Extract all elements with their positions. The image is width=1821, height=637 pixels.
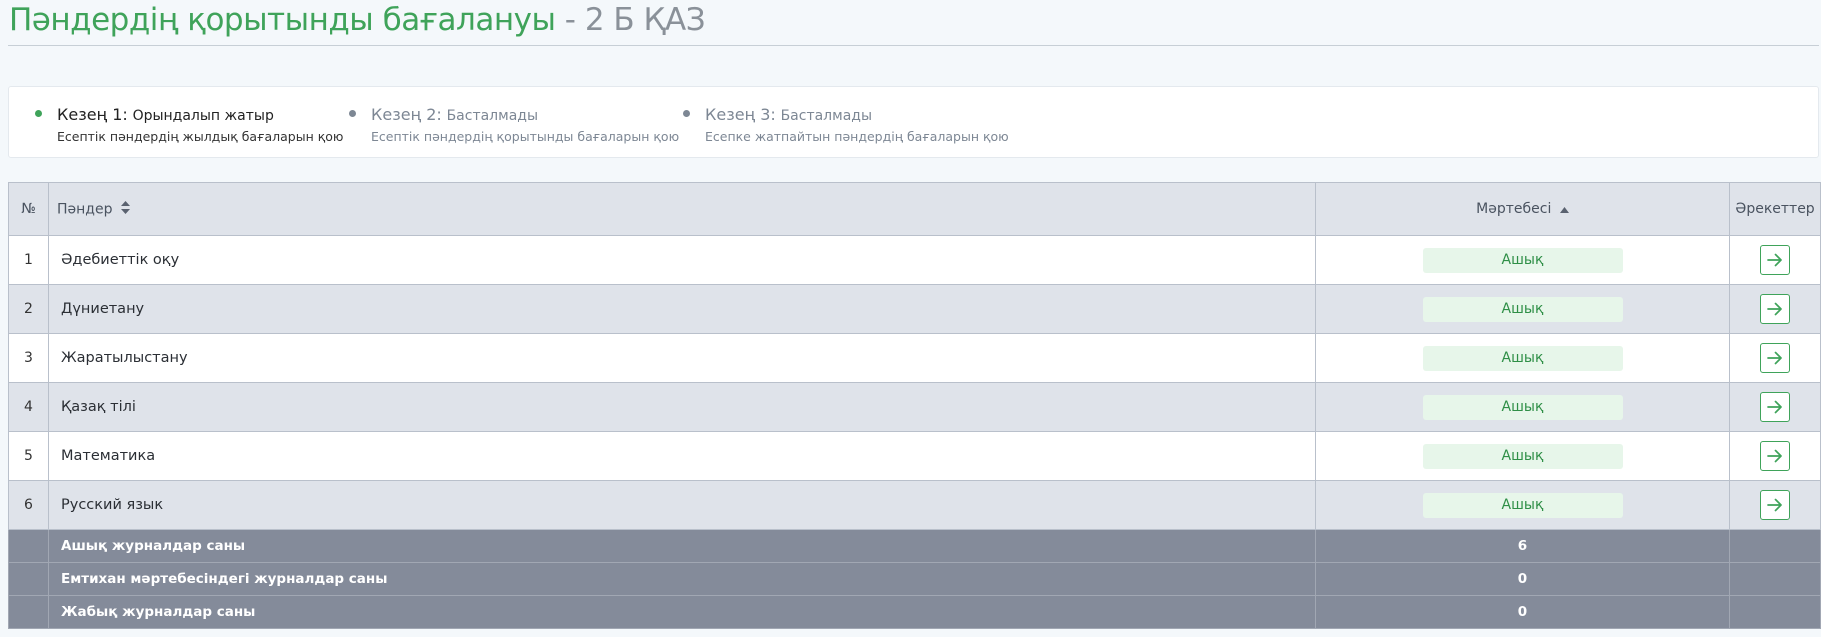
header-subject[interactable]: Пәндер bbox=[48, 182, 1316, 236]
title-divider bbox=[8, 45, 1819, 46]
header-subject-label: Пәндер bbox=[57, 201, 113, 217]
table-row: 1 Әдебиеттік оқу Ашық bbox=[8, 235, 1821, 285]
stage-1-status-dot-icon bbox=[35, 110, 42, 117]
arrow-right-icon bbox=[1767, 302, 1782, 316]
row-subject: Дүниетану bbox=[48, 284, 1316, 334]
table-row: 2 Дүниетану Ашық bbox=[8, 284, 1821, 334]
header-status[interactable]: Мәртебесі bbox=[1315, 182, 1730, 236]
table-header-row: № Пәндер Мәртебесі Әрекеттер bbox=[8, 182, 1821, 236]
stage-2-status-dot-icon bbox=[349, 110, 356, 117]
stage-1-label: Кезең 1: bbox=[57, 105, 128, 124]
row-actions-cell bbox=[1729, 284, 1821, 334]
subjects-table: № Пәндер Мәртебесі Әрекеттер 1 Әдебиеттік… bbox=[8, 182, 1821, 629]
arrow-right-icon bbox=[1767, 253, 1782, 267]
row-status-cell: Ашық bbox=[1315, 382, 1730, 432]
stage-1-description: Есептік пәндердің жылдық бағаларын қою bbox=[57, 129, 344, 144]
summary-value: 6 bbox=[1315, 529, 1730, 563]
open-journal-button[interactable] bbox=[1760, 294, 1790, 324]
row-status-cell: Ашық bbox=[1315, 235, 1730, 285]
table-row: 3 Жаратылыстану Ашық bbox=[8, 333, 1821, 383]
page-title-separator: - bbox=[555, 2, 585, 38]
arrow-right-icon bbox=[1767, 351, 1782, 365]
row-number: 4 bbox=[8, 382, 49, 432]
row-actions-cell bbox=[1729, 235, 1821, 285]
open-journal-button[interactable] bbox=[1760, 392, 1790, 422]
header-actions: Әрекеттер bbox=[1729, 182, 1821, 236]
summary-row: Емтихан мәртебесіндегі журналдар саны 0 bbox=[8, 562, 1821, 596]
page-title: Пәндердің қорытынды бағалануы - 2 Б ҚАЗ bbox=[9, 2, 706, 38]
stage-3-status-dot-icon bbox=[683, 110, 690, 117]
row-number: 2 bbox=[8, 284, 49, 334]
stage-2: Кезең 2: Басталмады Есептік пәндердің қо… bbox=[349, 105, 680, 144]
open-journal-button[interactable] bbox=[1760, 343, 1790, 373]
summary-label: Ашық журналдар саны bbox=[48, 529, 1316, 563]
subjects-table-container: № Пәндер Мәртебесі Әрекеттер 1 Әдебиеттік… bbox=[8, 182, 1821, 629]
summary-value: 0 bbox=[1315, 595, 1730, 629]
open-journal-button[interactable] bbox=[1760, 441, 1790, 471]
table-row: 4 Қазақ тілі Ашық bbox=[8, 382, 1821, 432]
stage-2-label: Кезең 2: bbox=[371, 105, 442, 124]
row-subject: Қазақ тілі bbox=[48, 382, 1316, 432]
arrow-right-icon bbox=[1767, 449, 1782, 463]
summary-row: Жабық журналдар саны 0 bbox=[8, 595, 1821, 629]
page-title-main: Пәндердің қорытынды бағалануы bbox=[9, 2, 556, 38]
row-status-cell: Ашық bbox=[1315, 333, 1730, 383]
row-actions-cell bbox=[1729, 480, 1821, 530]
row-number: 5 bbox=[8, 431, 49, 481]
stage-3-description: Есепке жатпайтын пәндердің бағаларын қою bbox=[705, 129, 1009, 144]
stage-1-state: Орындалып жатыр bbox=[132, 108, 274, 124]
row-subject: Русский язык bbox=[48, 480, 1316, 530]
sort-both-icon[interactable] bbox=[120, 200, 130, 218]
status-badge: Ашық bbox=[1422, 345, 1623, 371]
open-journal-button[interactable] bbox=[1760, 245, 1790, 275]
status-badge: Ашық bbox=[1422, 247, 1623, 273]
header-status-label: Мәртебесі bbox=[1476, 201, 1552, 217]
summary-value: 0 bbox=[1315, 562, 1730, 596]
row-number: 6 bbox=[8, 480, 49, 530]
summary-blank bbox=[8, 529, 49, 563]
stage-1: Кезең 1: Орындалып жатыр Есептік пәндерд… bbox=[35, 105, 344, 144]
row-status-cell: Ашық bbox=[1315, 431, 1730, 481]
status-badge: Ашық bbox=[1422, 492, 1623, 518]
summary-blank bbox=[8, 562, 49, 596]
table-row: 5 Математика Ашық bbox=[8, 431, 1821, 481]
page-title-class: 2 Б ҚАЗ bbox=[584, 2, 706, 38]
row-status-cell: Ашық bbox=[1315, 480, 1730, 530]
summary-label: Жабық журналдар саны bbox=[48, 595, 1316, 629]
summary-blank bbox=[1729, 595, 1821, 629]
row-subject: Математика bbox=[48, 431, 1316, 481]
status-badge: Ашық bbox=[1422, 394, 1623, 420]
stage-2-description: Есептік пәндердің қорытынды бағаларын қо… bbox=[371, 129, 680, 144]
stages-panel: Кезең 1: Орындалып жатыр Есептік пәндерд… bbox=[8, 86, 1819, 158]
summary-blank bbox=[8, 595, 49, 629]
stage-3-state: Басталмады bbox=[780, 108, 872, 124]
status-badge: Ашық bbox=[1422, 296, 1623, 322]
open-journal-button[interactable] bbox=[1760, 490, 1790, 520]
arrow-right-icon bbox=[1767, 498, 1782, 512]
arrow-right-icon bbox=[1767, 400, 1782, 414]
row-number: 1 bbox=[8, 235, 49, 285]
summary-blank bbox=[1729, 529, 1821, 563]
row-actions-cell bbox=[1729, 382, 1821, 432]
header-number: № bbox=[8, 182, 49, 236]
row-status-cell: Ашық bbox=[1315, 284, 1730, 334]
row-number: 3 bbox=[8, 333, 49, 383]
row-subject: Жаратылыстану bbox=[48, 333, 1316, 383]
row-actions-cell bbox=[1729, 431, 1821, 481]
status-badge: Ашық bbox=[1422, 443, 1623, 469]
summary-row: Ашық журналдар саны 6 bbox=[8, 529, 1821, 563]
stage-3: Кезең 3: Басталмады Есепке жатпайтын пән… bbox=[683, 105, 1009, 144]
stage-3-label: Кезең 3: bbox=[705, 105, 776, 124]
summary-blank bbox=[1729, 562, 1821, 596]
stage-2-state: Басталмады bbox=[446, 108, 538, 124]
row-subject: Әдебиеттік оқу bbox=[48, 235, 1316, 285]
sort-asc-icon[interactable] bbox=[1559, 201, 1569, 217]
summary-label: Емтихан мәртебесіндегі журналдар саны bbox=[48, 562, 1316, 596]
row-actions-cell bbox=[1729, 333, 1821, 383]
table-row: 6 Русский язык Ашық bbox=[8, 480, 1821, 530]
